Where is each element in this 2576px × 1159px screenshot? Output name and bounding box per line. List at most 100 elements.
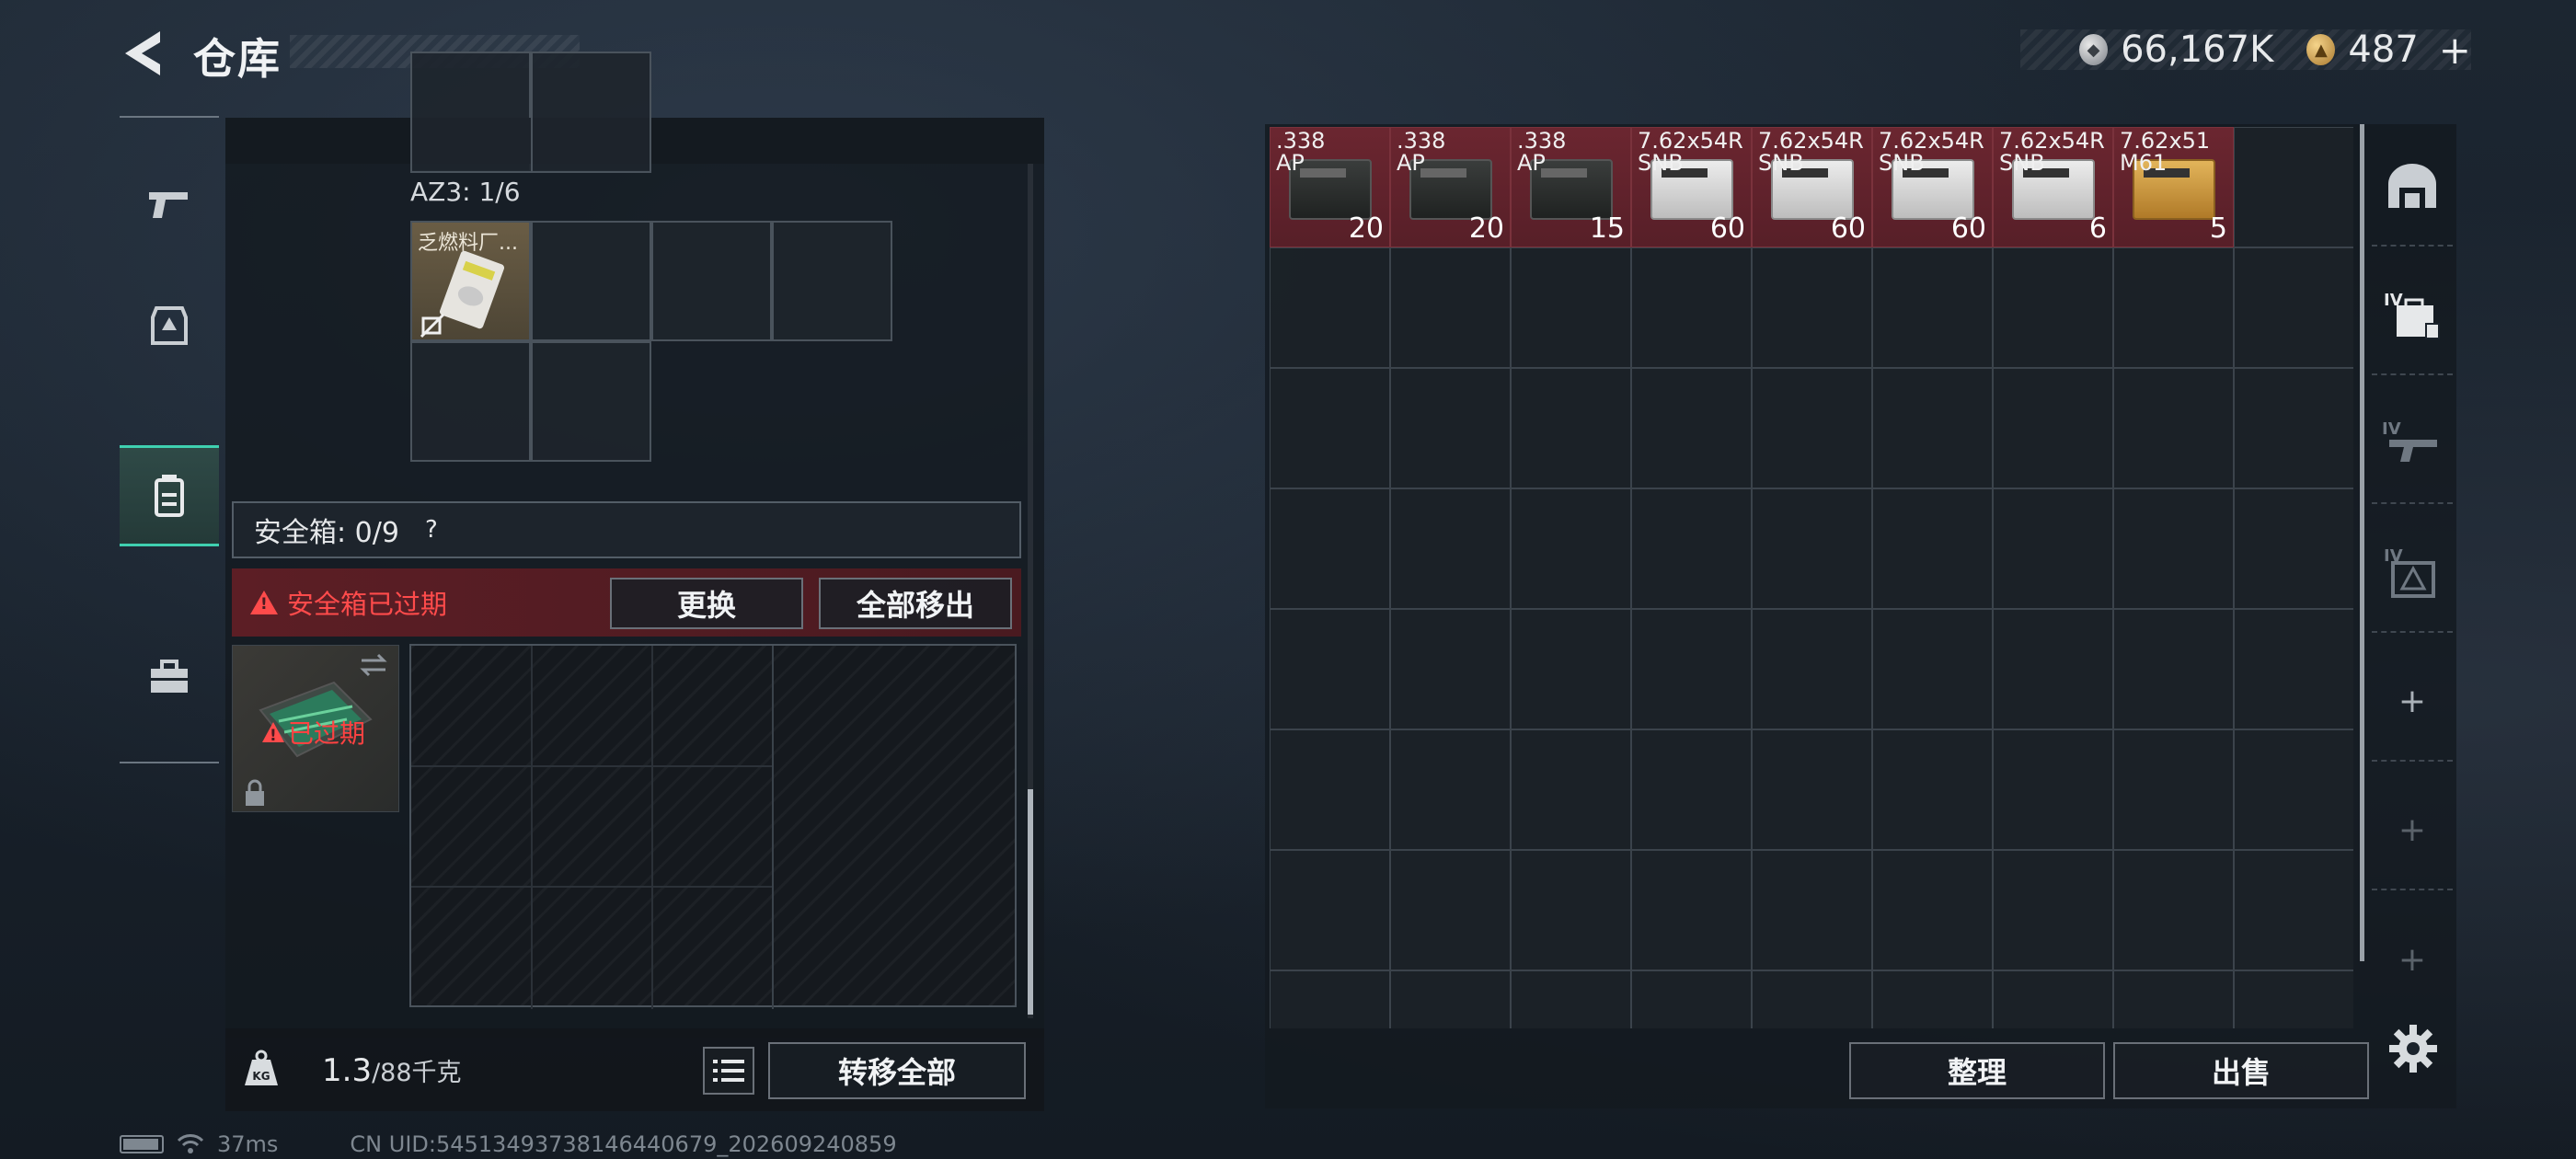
stash-item-slot[interactable]: 7.62x54R SNB 6 bbox=[1993, 127, 2113, 247]
stash-item-slot[interactable]: 7.62x51 M61 5 bbox=[2113, 127, 2234, 247]
stash-cell[interactable] bbox=[1270, 850, 1390, 970]
backpack-cell[interactable] bbox=[531, 341, 651, 462]
tab-add-1[interactable]: + bbox=[2372, 642, 2453, 762]
stash-cell[interactable] bbox=[1631, 247, 1752, 368]
stash-cell[interactable] bbox=[1993, 970, 2113, 1028]
stash-cell[interactable] bbox=[1390, 609, 1511, 729]
stash-cell[interactable] bbox=[2234, 970, 2353, 1028]
stash-item-slot[interactable]: .338 AP 15 bbox=[1511, 127, 1631, 247]
stash-cell[interactable] bbox=[1511, 368, 1631, 488]
stash-cell[interactable] bbox=[1752, 247, 1872, 368]
tab-stash[interactable] bbox=[2372, 127, 2453, 247]
stash-cell[interactable] bbox=[2113, 488, 2234, 609]
nav-toolbox[interactable] bbox=[120, 627, 219, 729]
stash-cell[interactable] bbox=[1993, 729, 2113, 850]
stash-cell[interactable] bbox=[1752, 368, 1872, 488]
back-icon[interactable] bbox=[120, 28, 166, 79]
stash-cell[interactable] bbox=[1872, 247, 1993, 368]
stash-cell[interactable] bbox=[2234, 488, 2353, 609]
stash-scrollbar[interactable] bbox=[2360, 124, 2364, 961]
stash-cell[interactable] bbox=[2113, 368, 2234, 488]
stash-cell[interactable] bbox=[2234, 127, 2353, 247]
tab-add-2[interactable]: + bbox=[2372, 771, 2453, 890]
stash-cell[interactable] bbox=[1631, 609, 1752, 729]
backpack-scroll-thumb[interactable] bbox=[1028, 789, 1033, 1015]
stash-cell[interactable] bbox=[1993, 247, 2113, 368]
stash-item-slot[interactable]: 7.62x54R SNB 60 bbox=[1872, 127, 1993, 247]
gear-icon[interactable] bbox=[2387, 1023, 2439, 1074]
stash-cell[interactable] bbox=[2234, 609, 2353, 729]
stash-cell[interactable] bbox=[1511, 970, 1631, 1028]
stash-cell[interactable] bbox=[1390, 970, 1511, 1028]
stash-cell[interactable] bbox=[1270, 609, 1390, 729]
transfer-all-button[interactable]: 转移全部 bbox=[768, 1042, 1026, 1099]
stash-cell[interactable] bbox=[1511, 247, 1631, 368]
stash-item-slot[interactable]: 7.62x54R SNB 60 bbox=[1631, 127, 1752, 247]
safe-box-thumbnail[interactable]: 已过期 bbox=[232, 645, 399, 812]
stash-cell[interactable] bbox=[1390, 729, 1511, 850]
stash-cell[interactable] bbox=[1993, 609, 2113, 729]
stash-cell[interactable] bbox=[1390, 368, 1511, 488]
replace-button[interactable]: 更换 bbox=[610, 578, 803, 629]
stash-cell[interactable] bbox=[1752, 850, 1872, 970]
nav-armor[interactable] bbox=[120, 274, 219, 375]
stash-cell[interactable] bbox=[1872, 488, 1993, 609]
stash-cell[interactable] bbox=[2234, 368, 2353, 488]
stash-cell[interactable] bbox=[1511, 488, 1631, 609]
stash-cell[interactable] bbox=[2234, 247, 2353, 368]
stash-cell[interactable] bbox=[1872, 609, 1993, 729]
stash-cell[interactable] bbox=[1390, 488, 1511, 609]
tab-add-3[interactable]: + bbox=[2372, 900, 2453, 1019]
stash-item-slot[interactable]: .338 AP 20 bbox=[1390, 127, 1511, 247]
stash-cell[interactable] bbox=[1270, 729, 1390, 850]
stash-cell[interactable] bbox=[2113, 609, 2234, 729]
stash-cell[interactable] bbox=[1872, 850, 1993, 970]
stash-cell[interactable] bbox=[1872, 729, 1993, 850]
stash-cell[interactable] bbox=[2113, 850, 2234, 970]
backpack-cell[interactable] bbox=[410, 341, 531, 462]
stash-cell[interactable] bbox=[2113, 970, 2234, 1028]
stash-cell[interactable] bbox=[1511, 609, 1631, 729]
stash-cell[interactable] bbox=[1270, 488, 1390, 609]
list-view-button[interactable] bbox=[703, 1047, 754, 1095]
stash-cell[interactable] bbox=[1752, 970, 1872, 1028]
stash-cell[interactable] bbox=[1270, 247, 1390, 368]
stash-cell[interactable] bbox=[1631, 488, 1752, 609]
add-currency-button[interactable]: + bbox=[2439, 28, 2471, 73]
stash-cell[interactable] bbox=[2234, 729, 2353, 850]
safe-box-grid[interactable] bbox=[409, 644, 1017, 1009]
stash-cell[interactable] bbox=[1872, 368, 1993, 488]
stash-cell[interactable] bbox=[1993, 368, 2113, 488]
stash-cell[interactable] bbox=[1390, 247, 1511, 368]
stash-cell[interactable] bbox=[1752, 488, 1872, 609]
stash-cell[interactable] bbox=[1993, 850, 2113, 970]
stash-cell[interactable] bbox=[1993, 488, 2113, 609]
stash-cell[interactable] bbox=[1390, 850, 1511, 970]
stash-item-slot[interactable]: 7.62x54R SNB 60 bbox=[1752, 127, 1872, 247]
stash-cell[interactable] bbox=[1270, 368, 1390, 488]
backpack-cell[interactable] bbox=[531, 221, 651, 341]
stash-cell[interactable] bbox=[2113, 247, 2234, 368]
fuel-plant-item[interactable]: 乏燃料厂... bbox=[410, 221, 531, 341]
help-button[interactable]: ? bbox=[416, 514, 447, 545]
stash-cell[interactable] bbox=[2234, 850, 2353, 970]
stash-cell[interactable] bbox=[1872, 970, 1993, 1028]
stash-cell[interactable] bbox=[2113, 729, 2234, 850]
sell-button[interactable]: 出售 bbox=[2113, 1042, 2369, 1099]
stash-cell[interactable] bbox=[1270, 970, 1390, 1028]
stash-cell[interactable] bbox=[1631, 368, 1752, 488]
swap-icon[interactable] bbox=[358, 651, 389, 679]
stash-cell[interactable] bbox=[1511, 729, 1631, 850]
nav-weapons[interactable] bbox=[120, 155, 219, 256]
backpack-cell[interactable] bbox=[772, 221, 892, 341]
stash-cell[interactable] bbox=[1631, 729, 1752, 850]
stash-cell[interactable] bbox=[1752, 729, 1872, 850]
tab-case-iv[interactable]: IV bbox=[2372, 256, 2453, 375]
tab-weapon-case[interactable]: IV bbox=[2372, 384, 2453, 504]
tab-ammo-case[interactable]: IV bbox=[2372, 513, 2453, 633]
stash-item-slot[interactable]: .338 AP 20 bbox=[1270, 127, 1390, 247]
backpack-cell-row-partial[interactable] bbox=[410, 118, 651, 173]
move-all-out-button[interactable]: 全部移出 bbox=[819, 578, 1012, 629]
stash-cell[interactable] bbox=[1631, 850, 1752, 970]
sort-button[interactable]: 整理 bbox=[1849, 1042, 2105, 1099]
